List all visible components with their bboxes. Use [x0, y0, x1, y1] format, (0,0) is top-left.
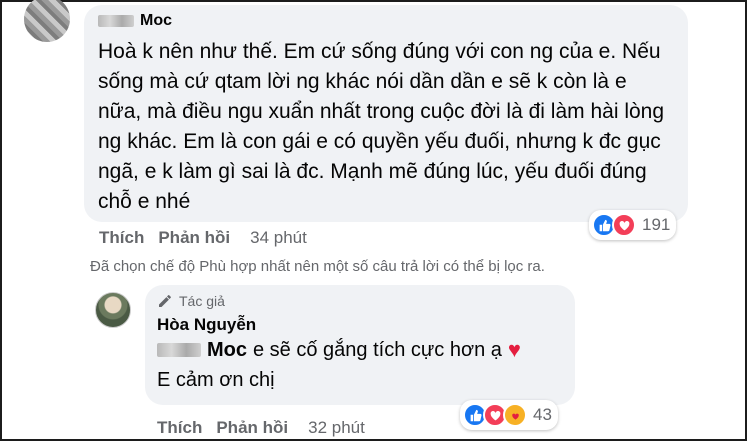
pen-icon [159, 295, 171, 307]
comment-author-name[interactable]: Moc [140, 12, 172, 30]
reply-button[interactable]: Phản hồi [216, 418, 288, 438]
reaction-count: 43 [533, 405, 552, 424]
mention-tag[interactable]: Moc [207, 335, 247, 365]
heart-icon: ♥ [507, 337, 521, 362]
comment-text: Hoà k nên như thế. Em cứ sống đúng với c… [98, 40, 665, 213]
love-icon [612, 213, 636, 237]
comment-timestamp[interactable]: 34 phút [250, 228, 307, 248]
comment-actions: Thích Phản hồi 34 phút [99, 228, 307, 248]
reply-author-avatar[interactable] [95, 292, 131, 328]
author-badge-label: Tác giả [179, 293, 225, 309]
comment-reactions[interactable]: 191 [589, 210, 677, 240]
reply-line-1: Moc e sẽ cố gắng tích cực hơn ạ ♥ [157, 335, 563, 365]
reply-line-2: E cảm ơn chị [157, 365, 563, 395]
reply-text-1: e sẽ cố gắng tích cực hơn ạ [253, 339, 502, 361]
blurred-mention [157, 343, 201, 357]
reply-actions: Thích Phản hồi 32 phút [157, 418, 365, 438]
reply-reactions[interactable]: 43 [460, 400, 558, 430]
reply-bubble: Tác giả Hòa Nguyễn Moc e sẽ cố gắng tích… [145, 285, 575, 405]
reply-author-name[interactable]: Hòa Nguyễn [157, 315, 563, 335]
filter-notice: Đã chọn chế độ Phù hợp nhất nên một số c… [90, 258, 545, 275]
care-icon [503, 403, 527, 427]
reply-button[interactable]: Phản hồi [158, 228, 230, 248]
reply-timestamp[interactable]: 32 phút [308, 418, 365, 438]
reply-text-2: E cảm ơn chị [157, 369, 275, 391]
commenter-avatar[interactable] [24, 0, 70, 42]
author-badge: Tác giả [157, 291, 563, 311]
blurred-name [98, 15, 134, 27]
comment-bubble: Moc Hoà k nên như thế. Em cứ sống đúng v… [84, 5, 688, 222]
comment-author-row: Moc [98, 11, 674, 31]
like-button[interactable]: Thích [99, 228, 144, 248]
like-button[interactable]: Thích [157, 418, 202, 438]
reaction-count: 191 [642, 215, 671, 234]
